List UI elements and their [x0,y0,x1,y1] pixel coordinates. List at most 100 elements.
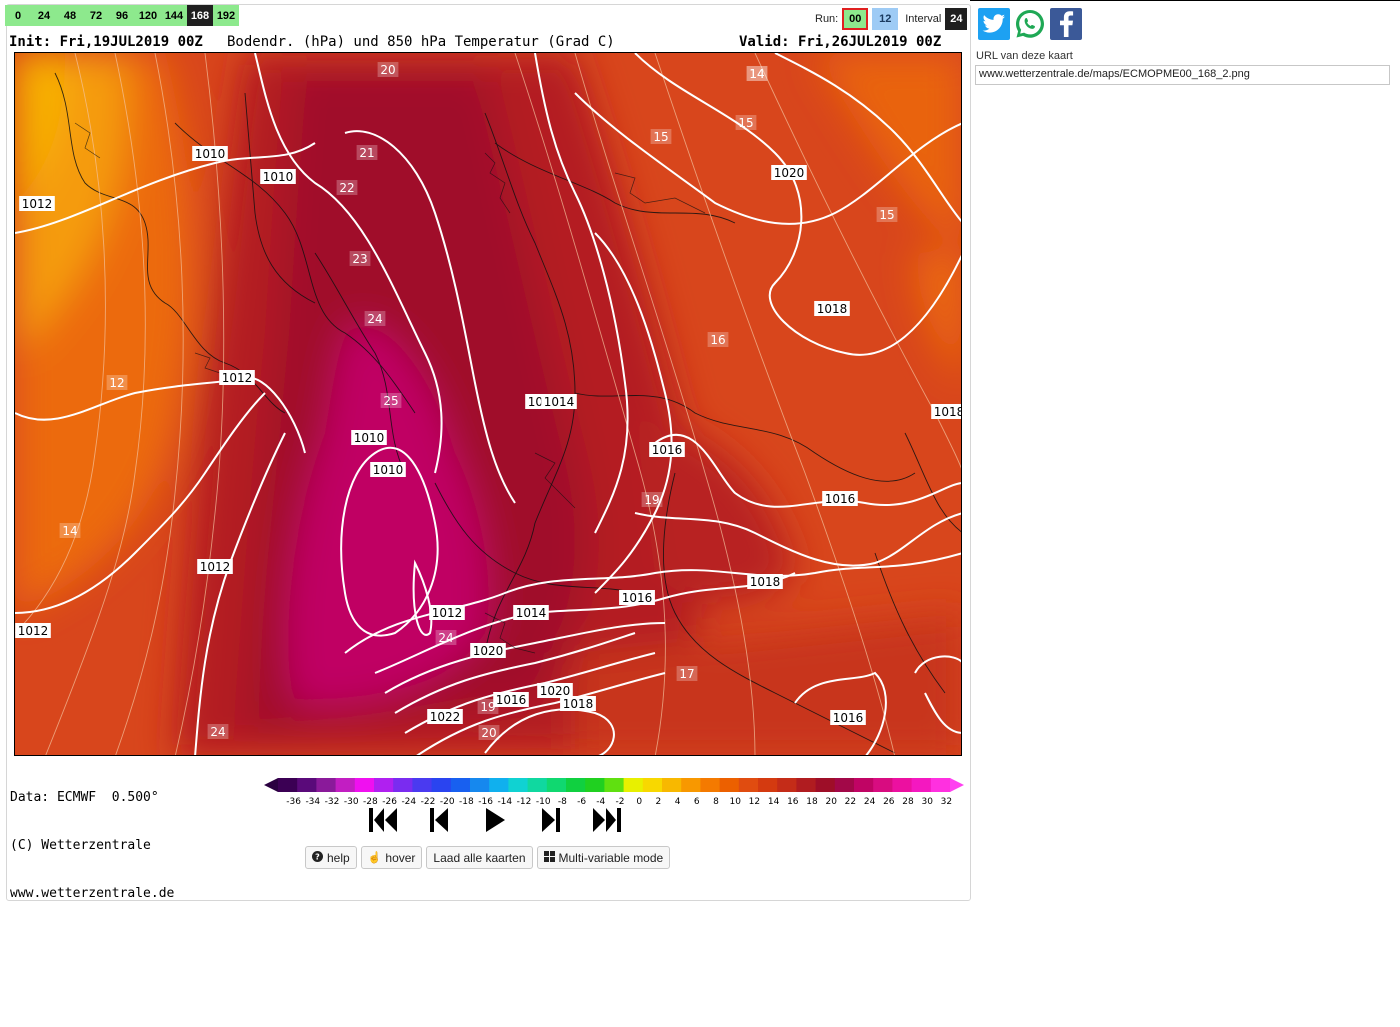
run-12-button[interactable]: 12 [872,8,899,30]
skip-to-end-icon [593,808,621,832]
colorbar-swatch [412,778,433,792]
colorbar-swatch [489,778,509,792]
colorbar-swatch [796,778,817,792]
map-label: 1012 [22,197,53,211]
map-label: 17 [679,667,694,681]
colorbar-swatch [892,778,913,792]
map-label: 1020 [540,684,571,698]
colorbar-swatch [354,778,375,792]
play-button[interactable] [480,804,510,836]
interval-label: Interval [905,13,942,25]
map-label: 15 [738,116,753,130]
hour-button-96[interactable]: 96 [109,5,135,26]
colorbar-swatch [911,778,932,792]
colorbar-swatch [642,778,663,792]
credits-line-1: Data: ECMWF 0.500° [10,790,159,805]
whatsapp-icon [1016,10,1044,38]
map-label: 24 [210,725,225,739]
colorbar-tick-label: -32 [325,797,340,806]
map-label: 1014 [516,606,547,620]
play-icon [486,808,505,832]
load-all-maps-button[interactable]: Laad alle kaarten [426,846,533,869]
map-label: 1010 [263,170,294,184]
hour-button-24[interactable]: 24 [31,5,57,26]
step-back-icon [430,808,448,832]
help-label: help [327,850,350,865]
colorbar-swatch [758,778,778,792]
colorbar-swatch [930,778,951,792]
map-label: 1010 [195,147,226,161]
map-label: 1016 [622,591,653,605]
map-label: 22 [339,181,354,195]
whatsapp-share-button[interactable] [1014,8,1046,40]
colorbar-tick-label: 2 [656,797,662,806]
grid-icon [543,850,555,865]
map-label: 15 [653,130,668,144]
map-label: 1018 [750,575,781,589]
previous-frame-button[interactable] [424,804,454,836]
colorbar-swatch [450,778,471,792]
credits-line-3: www.wetterzentrale.de [10,886,175,901]
hover-button[interactable]: ☝ hover [360,846,423,869]
map-label: 21 [359,146,374,160]
map-url-label: URL van deze kaart [976,50,1073,62]
colorbar-swatch [777,778,797,792]
weather-map[interactable]: 1010 1010 1012 1012 1012 1010 1010 1012 1014 1012… [14,52,962,756]
map-label: 1016 [833,711,864,725]
map-label: 1010 [373,463,404,477]
colorbar-min-arrow [264,778,278,792]
colorbar-swatch [374,778,394,792]
hour-button-72[interactable]: 72 [83,5,109,26]
svg-text:?: ? [315,852,320,861]
map-label: 20 [380,63,395,77]
colorbar-tick-label: 18 [806,797,818,806]
colorbar-swatch [815,778,836,792]
facebook-share-button[interactable] [1050,8,1082,40]
share-buttons [978,8,1082,40]
init-time: Init: Fri,19JUL2019 00Z [9,34,203,50]
interval-button[interactable]: 24 [945,8,968,30]
colorbar-tick-label: 6 [694,797,700,806]
map-label: 25 [383,394,398,408]
map-actions: ? help ☝ hover Laad alle kaarten Multi-v… [305,846,671,869]
map-label: 1012 [432,606,463,620]
colorbar-tick-label: 8 [713,797,719,806]
colorbar-swatch [700,778,721,792]
colorbar-swatch [834,778,855,792]
hour-button-48[interactable]: 48 [57,5,83,26]
colorbar-tick-label: 14 [768,797,780,806]
map-label: 24 [367,312,382,326]
help-button[interactable]: ? help [305,846,357,869]
hour-button-192[interactable]: 192 [213,5,239,26]
colorbar-swatch [873,778,893,792]
hour-button-120[interactable]: 120 [135,5,161,26]
multi-variable-button[interactable]: Multi-variable mode [536,846,671,869]
map-label: 19 [644,493,659,507]
credits-line-2: (C) Wetterzentrale [10,838,151,853]
hour-button-0[interactable]: 0 [5,5,31,26]
question-circle-icon: ? [312,850,323,865]
map-label: 1020 [473,644,504,658]
colorbar-swatch [527,778,548,792]
colorbar-swatch [623,778,644,792]
run-00-button[interactable]: 00 [842,8,869,30]
hover-label: hover [385,850,416,865]
map-url-field[interactable]: www.wetterzentrale.de/maps/ECMOPME00_168… [975,65,1390,85]
colorbar-swatch [566,778,586,792]
hour-button-144[interactable]: 144 [161,5,187,26]
step-forward-icon [542,808,560,832]
hour-button-168[interactable]: 168 [187,5,213,26]
twitter-share-button[interactable] [978,8,1010,40]
load-all-label: Laad alle kaarten [433,850,526,865]
first-frame-button[interactable] [368,804,398,836]
colorbar-swatch [278,778,298,792]
colorbar-swatch [719,778,740,792]
data-credits: Data: ECMWF 0.500° (C) Wetterzentrale ww… [10,758,174,918]
colorbar-tick-label: 10 [729,797,741,806]
colorbar-swatch [854,778,874,792]
next-frame-button[interactable] [536,804,566,836]
map-label: 1012 [222,371,253,385]
last-frame-button[interactable] [592,804,622,836]
map-label: 1022 [430,710,461,724]
colorbar-swatch [546,778,567,792]
